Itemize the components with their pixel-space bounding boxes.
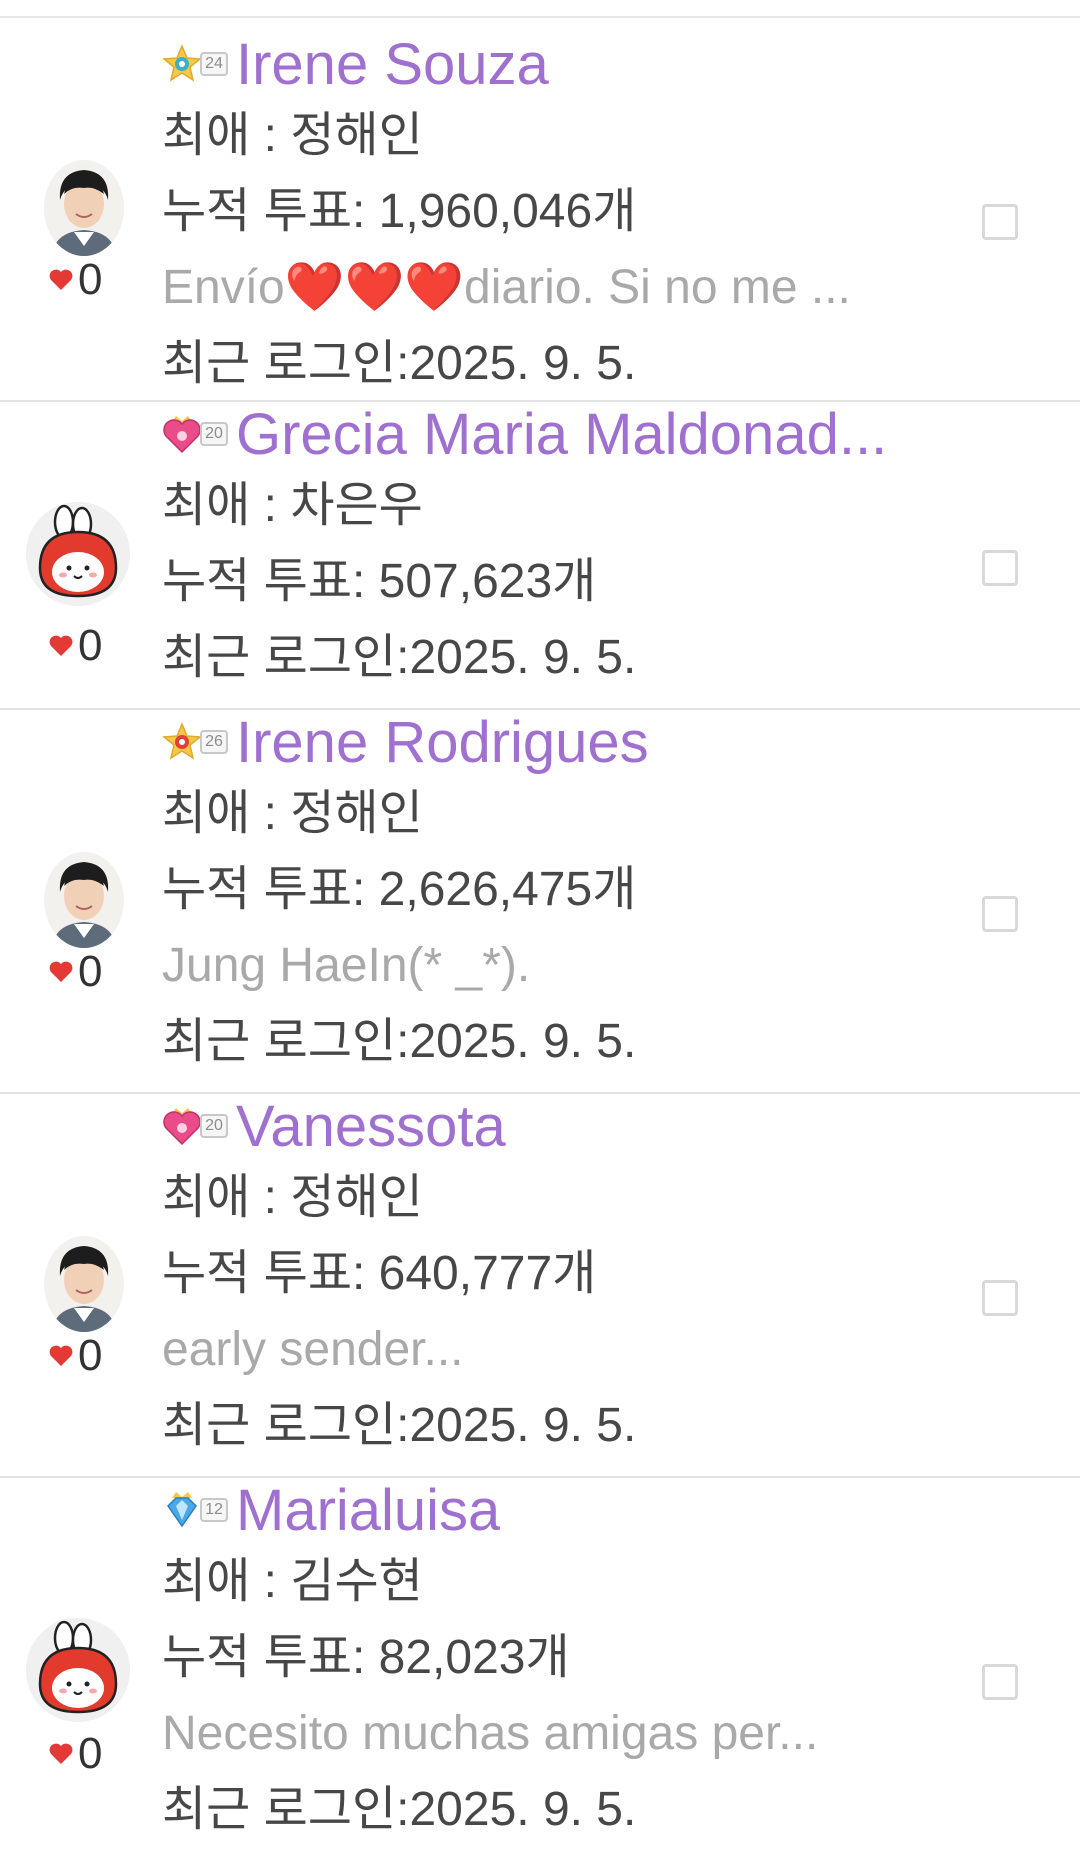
user-list: 0 24 Irene Souza 최애 : 정해인 누적 투표: 1,960,0… [0,18,1080,1862]
favorite-line: 최애 : 정해인 [162,1171,423,1224]
select-checkbox[interactable] [982,1280,1018,1316]
username-link[interactable]: Vanessota [236,1094,506,1160]
vote-count-line: 누적 투표: 640,777개 [162,1247,597,1300]
favorite-line: 최애 : 차은우 [162,479,423,532]
last-login-line: 최근 로그인:2025. 9. 5. [162,1399,637,1452]
favorite-idol: 김수현 [290,1555,423,1608]
heart-crown-badge-icon [163,1108,201,1146]
like-counter[interactable]: 0 [48,624,102,668]
user-info: 20 Grecia Maria Maldonad... 최애 : 차은우 누적 … [162,402,982,696]
list-item[interactable]: 0 24 Irene Souza 최애 : 정해인 누적 투표: 1,960,0… [0,18,1080,402]
last-login-date: 2025. 9. 5. [409,631,637,684]
username-link[interactable]: Marialuisa [236,1478,500,1544]
level-badge: 24 [162,42,228,88]
avatar[interactable] [44,160,124,256]
username-link[interactable]: Irene Souza [236,32,549,98]
avatar[interactable] [44,852,124,948]
last-login-line: 최근 로그인:2025. 9. 5. [162,631,637,684]
vote-count-line: 누적 투표: 2,626,475개 [162,863,637,916]
star-badge-icon [162,722,202,760]
avatar[interactable] [26,502,130,606]
level-number: 26 [200,730,228,754]
list-item[interactable]: 0 26 Irene Rodrigues 최애 : 정해인 누적 투표: 2,6… [0,710,1080,1094]
man-photo-avatar [44,1236,124,1332]
favorite-line: 최애 : 정해인 [162,787,423,840]
favorite-idol: 정해인 [290,1171,423,1224]
like-count: 0 [78,1331,103,1380]
list-item[interactable]: 0 12 Marialuisa 최애 : 김수현 누적 투표: 82,023개 … [0,1478,1080,1862]
like-count: 0 [78,621,103,670]
last-login-line: 최근 로그인:2025. 9. 5. [162,1783,637,1836]
favorite-idol: 차은우 [290,479,423,532]
bunny-avatar [26,502,130,606]
favorite-idol: 정해인 [290,787,423,840]
vote-count-line: 누적 투표: 82,023개 [162,1631,570,1684]
user-info: 24 Irene Souza 최애 : 정해인 누적 투표: 1,960,046… [162,32,982,402]
heart-icon [49,961,73,982]
like-count: 0 [78,255,103,304]
user-info: 20 Vanessota 최애 : 정해인 누적 투표: 640,777개 ea… [162,1094,982,1464]
last-login-line: 최근 로그인:2025. 9. 5. [162,337,637,390]
avatar[interactable] [44,1236,124,1332]
avatar[interactable] [26,1618,130,1722]
man-photo-avatar [44,160,124,256]
level-badge: 20 [162,412,228,458]
status-message: early sender... [162,1323,464,1376]
vote-count: 82,023 [378,1631,526,1684]
username-link[interactable]: Grecia Maria Maldonad... [236,402,887,468]
vote-count: 1,960,046 [378,185,593,238]
last-login-date: 2025. 9. 5. [409,337,637,390]
level-badge: 12 [162,1488,228,1534]
vote-count-line: 누적 투표: 1,960,046개 [162,185,637,238]
level-number: 12 [200,1498,228,1522]
heart-icon [49,269,73,290]
last-login-date: 2025. 9. 5. [409,1015,637,1068]
level-badge: 26 [162,720,228,766]
select-checkbox[interactable] [982,1664,1018,1700]
star-badge-icon [162,44,202,82]
heart-icon [49,635,73,656]
favorite-line: 최애 : 정해인 [162,109,423,162]
select-checkbox[interactable] [982,550,1018,586]
heart-crown-badge-icon [163,416,201,454]
status-message: Envío❤️❤️❤️diario. Si no me ... [162,261,851,314]
user-info: 26 Irene Rodrigues 최애 : 정해인 누적 투표: 2,626… [162,710,982,1080]
heart-icon [49,1743,73,1764]
like-count: 0 [78,1729,103,1778]
man-photo-avatar [44,852,124,948]
list-item[interactable]: 0 20 Grecia Maria Maldonad... 최애 : 차은우 누… [0,402,1080,710]
diamond-badge-icon [167,1492,197,1528]
select-checkbox[interactable] [982,896,1018,932]
status-message: Necesito muchas amigas per... [162,1707,819,1760]
status-message: Jung HaeIn(* _*). [162,939,531,992]
last-login-line: 최근 로그인:2025. 9. 5. [162,1015,637,1068]
heart-icon [49,1345,73,1366]
like-counter[interactable]: 0 [48,950,102,994]
select-checkbox[interactable] [982,204,1018,240]
username-link[interactable]: Irene Rodrigues [236,710,649,776]
like-counter[interactable]: 0 [48,1732,102,1776]
level-number: 24 [200,52,228,76]
like-counter[interactable]: 0 [48,1334,102,1378]
bunny-avatar [26,1618,130,1722]
favorite-line: 최애 : 김수현 [162,1555,423,1608]
level-number: 20 [200,422,228,446]
vote-count: 640,777 [378,1247,553,1300]
favorite-idol: 정해인 [290,109,423,162]
vote-count-line: 누적 투표: 507,623개 [162,555,597,608]
like-count: 0 [78,947,103,996]
like-counter[interactable]: 0 [48,258,102,302]
level-number: 20 [200,1114,228,1138]
vote-count: 2,626,475 [378,863,593,916]
level-badge: 20 [162,1104,228,1150]
last-login-date: 2025. 9. 5. [409,1399,637,1452]
list-item[interactable]: 0 20 Vanessota 최애 : 정해인 누적 투표: 640,777개 … [0,1094,1080,1478]
user-info: 12 Marialuisa 최애 : 김수현 누적 투표: 82,023개 Ne… [162,1478,982,1848]
last-login-date: 2025. 9. 5. [409,1783,637,1836]
vote-count: 507,623 [378,555,553,608]
